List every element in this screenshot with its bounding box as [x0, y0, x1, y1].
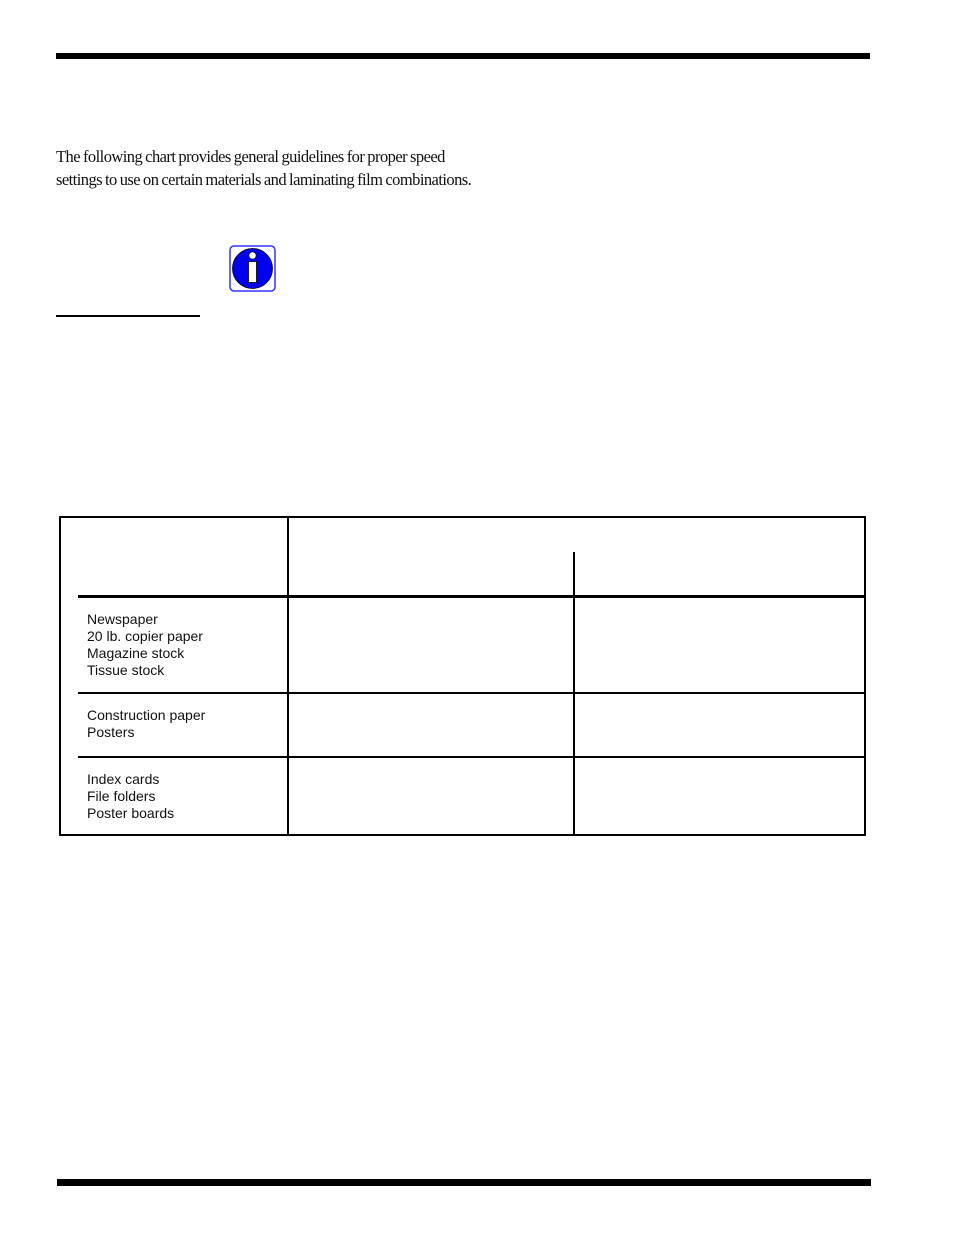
header-divider	[78, 595, 866, 598]
speed-settings-table: Newspaper 20 lb. copier paper Magazine s…	[59, 516, 866, 836]
table-row-materials: Construction paper Posters	[87, 707, 205, 741]
material-item: Index cards	[87, 771, 160, 787]
table-row-materials: Newspaper 20 lb. copier paper Magazine s…	[87, 611, 203, 679]
material-item: Newspaper	[87, 611, 158, 627]
row-divider-2	[78, 756, 866, 758]
column-divider-1	[287, 518, 289, 834]
bottom-page-rule	[57, 1179, 871, 1186]
material-item: Construction paper	[87, 707, 206, 723]
material-item: Tissue stock	[87, 662, 165, 678]
section-rule	[56, 315, 200, 317]
table-row-materials: Index cards File folders Poster boards	[87, 771, 174, 822]
material-item: Poster boards	[87, 805, 175, 821]
top-page-rule	[56, 53, 870, 59]
material-item: 20 lb. copier paper	[87, 628, 203, 644]
row-divider-1	[78, 692, 866, 694]
intro-paragraph: The following chart provides general gui…	[56, 147, 472, 189]
info-icon	[229, 245, 276, 292]
material-item: Magazine stock	[87, 645, 185, 661]
material-item: File folders	[87, 788, 156, 804]
material-item: Posters	[87, 724, 135, 740]
